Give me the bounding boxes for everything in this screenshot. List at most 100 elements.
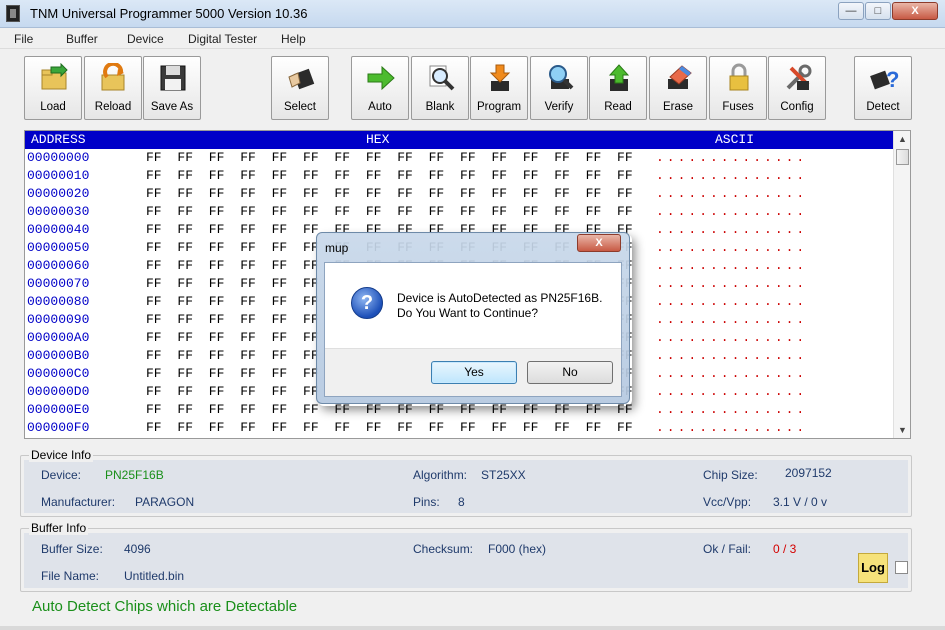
svg-text:?: ? — [886, 67, 899, 92]
app-icon — [6, 5, 20, 22]
yes-button[interactable]: Yes — [431, 361, 517, 384]
algorithm-label: Algorithm: — [413, 468, 468, 482]
log-checkbox[interactable] — [895, 561, 908, 574]
hex-row-ascii[interactable]: .............. — [656, 330, 807, 345]
hex-row-address: 00000040 — [27, 222, 90, 237]
manufacturer-value: PARAGON — [135, 495, 195, 509]
hex-row-bytes[interactable]: FF FF FF FF FF FF FF FF FF FF FF FF FF F… — [146, 186, 633, 201]
menu-help[interactable]: Help — [281, 32, 306, 46]
hex-row-address: 000000A0 — [27, 330, 90, 345]
hex-row-ascii[interactable]: .............. — [656, 222, 807, 237]
hex-row-ascii[interactable]: .............. — [656, 420, 807, 435]
manufacturer-label: Manufacturer: — [41, 495, 116, 509]
no-button[interactable]: No — [527, 361, 613, 384]
dialog-message: Device is AutoDetected as PN25F16B. Do Y… — [397, 291, 602, 321]
minimize-button[interactable]: — — [838, 2, 864, 20]
reload-button[interactable]: Reload — [84, 56, 142, 120]
hex-row[interactable]: 00000030 FF FF FF FF FF FF FF FF FF FF FF… — [25, 203, 893, 221]
hex-row-ascii[interactable]: .............. — [656, 294, 807, 309]
hex-row-ascii[interactable]: .............. — [656, 186, 807, 201]
ok-fail-label: Ok / Fail: — [703, 542, 752, 556]
pins-value: 8 — [458, 495, 465, 509]
menu-digital-tester[interactable]: Digital Tester — [188, 32, 257, 46]
detect-chip-icon: ? — [870, 67, 899, 92]
tools-icon — [786, 64, 812, 90]
hex-row-ascii[interactable]: .............. — [656, 402, 807, 417]
green-arrow-icon — [367, 65, 395, 91]
dialog-message-line2: Do You Want to Continue? — [397, 306, 538, 320]
hex-row-ascii[interactable]: .............. — [656, 204, 807, 219]
hex-row[interactable]: 000000F0 FF FF FF FF FF FF FF FF FF FF FF… — [25, 419, 893, 437]
close-button[interactable]: X — [892, 2, 938, 20]
chip-size-value: 2097152 — [785, 466, 832, 480]
load-button[interactable]: Load — [24, 56, 82, 120]
hex-row-bytes[interactable]: FF FF FF FF FF FF FF FF FF FF FF FF FF F… — [146, 420, 633, 435]
hex-row-bytes[interactable]: FF FF FF FF FF FF FF FF FF FF FF FF FF F… — [146, 168, 633, 183]
hex-row-ascii[interactable]: .............. — [656, 312, 807, 327]
hex-row[interactable]: 00000020 FF FF FF FF FF FF FF FF FF FF FF… — [25, 185, 893, 203]
select-chip-icon — [288, 68, 315, 90]
vertical-scrollbar[interactable]: ▲ ▼ — [893, 131, 910, 438]
scroll-down-icon[interactable]: ▼ — [894, 422, 911, 438]
hex-row-ascii[interactable]: .............. — [656, 384, 807, 399]
save-as-button[interactable]: Save As — [143, 56, 201, 120]
hex-row-bytes[interactable]: FF FF FF FF FF FF FF FF FF FF FF FF FF F… — [146, 150, 633, 165]
hex-row-address: 000000B0 — [27, 348, 90, 363]
hex-row[interactable]: 00000000 FF FF FF FF FF FF FF FF FF FF FF… — [25, 149, 893, 167]
verify-magnifier-icon — [549, 65, 574, 90]
maximize-button[interactable]: □ — [865, 2, 891, 20]
read-button[interactable]: Read — [589, 56, 647, 120]
select-button[interactable]: Select — [271, 56, 329, 120]
save-as-label: Save As — [150, 101, 194, 113]
dialog-body: ? Device is AutoDetected as PN25F16B. Do… — [324, 262, 622, 397]
fuses-label: Fuses — [722, 101, 754, 113]
hex-row-bytes[interactable]: FF FF FF FF FF FF FF FF FF FF FF FF FF F… — [146, 204, 633, 219]
buffer-size-label: Buffer Size: — [41, 542, 103, 556]
menu-buffer[interactable]: Buffer — [66, 32, 98, 46]
blank-button[interactable]: Blank — [411, 56, 469, 120]
hex-row-ascii[interactable]: .............. — [656, 168, 807, 183]
hex-column-header: HEX — [366, 132, 390, 147]
ok-fail-value: 0 / 3 — [773, 542, 797, 556]
hex-row-address: 000000D0 — [27, 384, 90, 399]
verify-button[interactable]: Verify — [530, 56, 588, 120]
auto-label: Auto — [368, 101, 392, 113]
hex-row[interactable]: 00000010 FF FF FF FF FF FF FF FF FF FF FF… — [25, 167, 893, 185]
menu-file[interactable]: File — [14, 32, 33, 46]
program-button[interactable]: Program — [470, 56, 528, 120]
hex-row-ascii[interactable]: .............. — [656, 150, 807, 165]
detect-button[interactable]: ? Detect — [854, 56, 912, 120]
reload-icon — [101, 63, 125, 91]
hex-row-ascii[interactable]: .............. — [656, 258, 807, 273]
device-label: Device: — [41, 468, 82, 482]
program-label: Program — [476, 101, 522, 113]
floppy-disk-icon — [160, 65, 186, 91]
hex-row-ascii[interactable]: .............. — [656, 240, 807, 255]
menu-device[interactable]: Device — [127, 32, 164, 46]
scroll-thumb[interactable] — [896, 149, 909, 165]
hex-row-ascii[interactable]: .............. — [656, 276, 807, 291]
auto-button[interactable]: Auto — [351, 56, 409, 120]
hex-row-ascii[interactable]: .............. — [656, 348, 807, 363]
status-text: Auto Detect Chips which are Detectable — [32, 598, 298, 615]
detect-label: Detect — [866, 101, 900, 113]
hex-row-address: 00000070 — [27, 276, 90, 291]
log-notepad-icon[interactable]: Log — [858, 553, 888, 583]
erase-button[interactable]: Erase — [649, 56, 707, 120]
verify-label: Verify — [544, 101, 574, 113]
toolbar: Load Reload Save As Select Auto Blank Pr… — [0, 50, 945, 126]
hex-row-address: 000000E0 — [27, 402, 90, 417]
hex-row-address: 00000000 — [27, 150, 90, 165]
title-bar: TNM Universal Programmer 5000 Version 10… — [0, 0, 945, 28]
scroll-up-icon[interactable]: ▲ — [894, 131, 911, 147]
file-name-label: File Name: — [41, 569, 100, 583]
config-label: Config — [780, 101, 814, 113]
fuses-button[interactable]: Fuses — [709, 56, 767, 120]
hex-row-address: 000000F0 — [27, 420, 90, 435]
hex-row-ascii[interactable]: .............. — [656, 366, 807, 381]
hex-row-address: 000000C0 — [27, 366, 90, 381]
eraser-icon — [668, 65, 692, 89]
bottom-edge — [0, 626, 945, 630]
dialog-close-button[interactable]: X — [577, 234, 621, 252]
config-button[interactable]: Config — [768, 56, 826, 120]
